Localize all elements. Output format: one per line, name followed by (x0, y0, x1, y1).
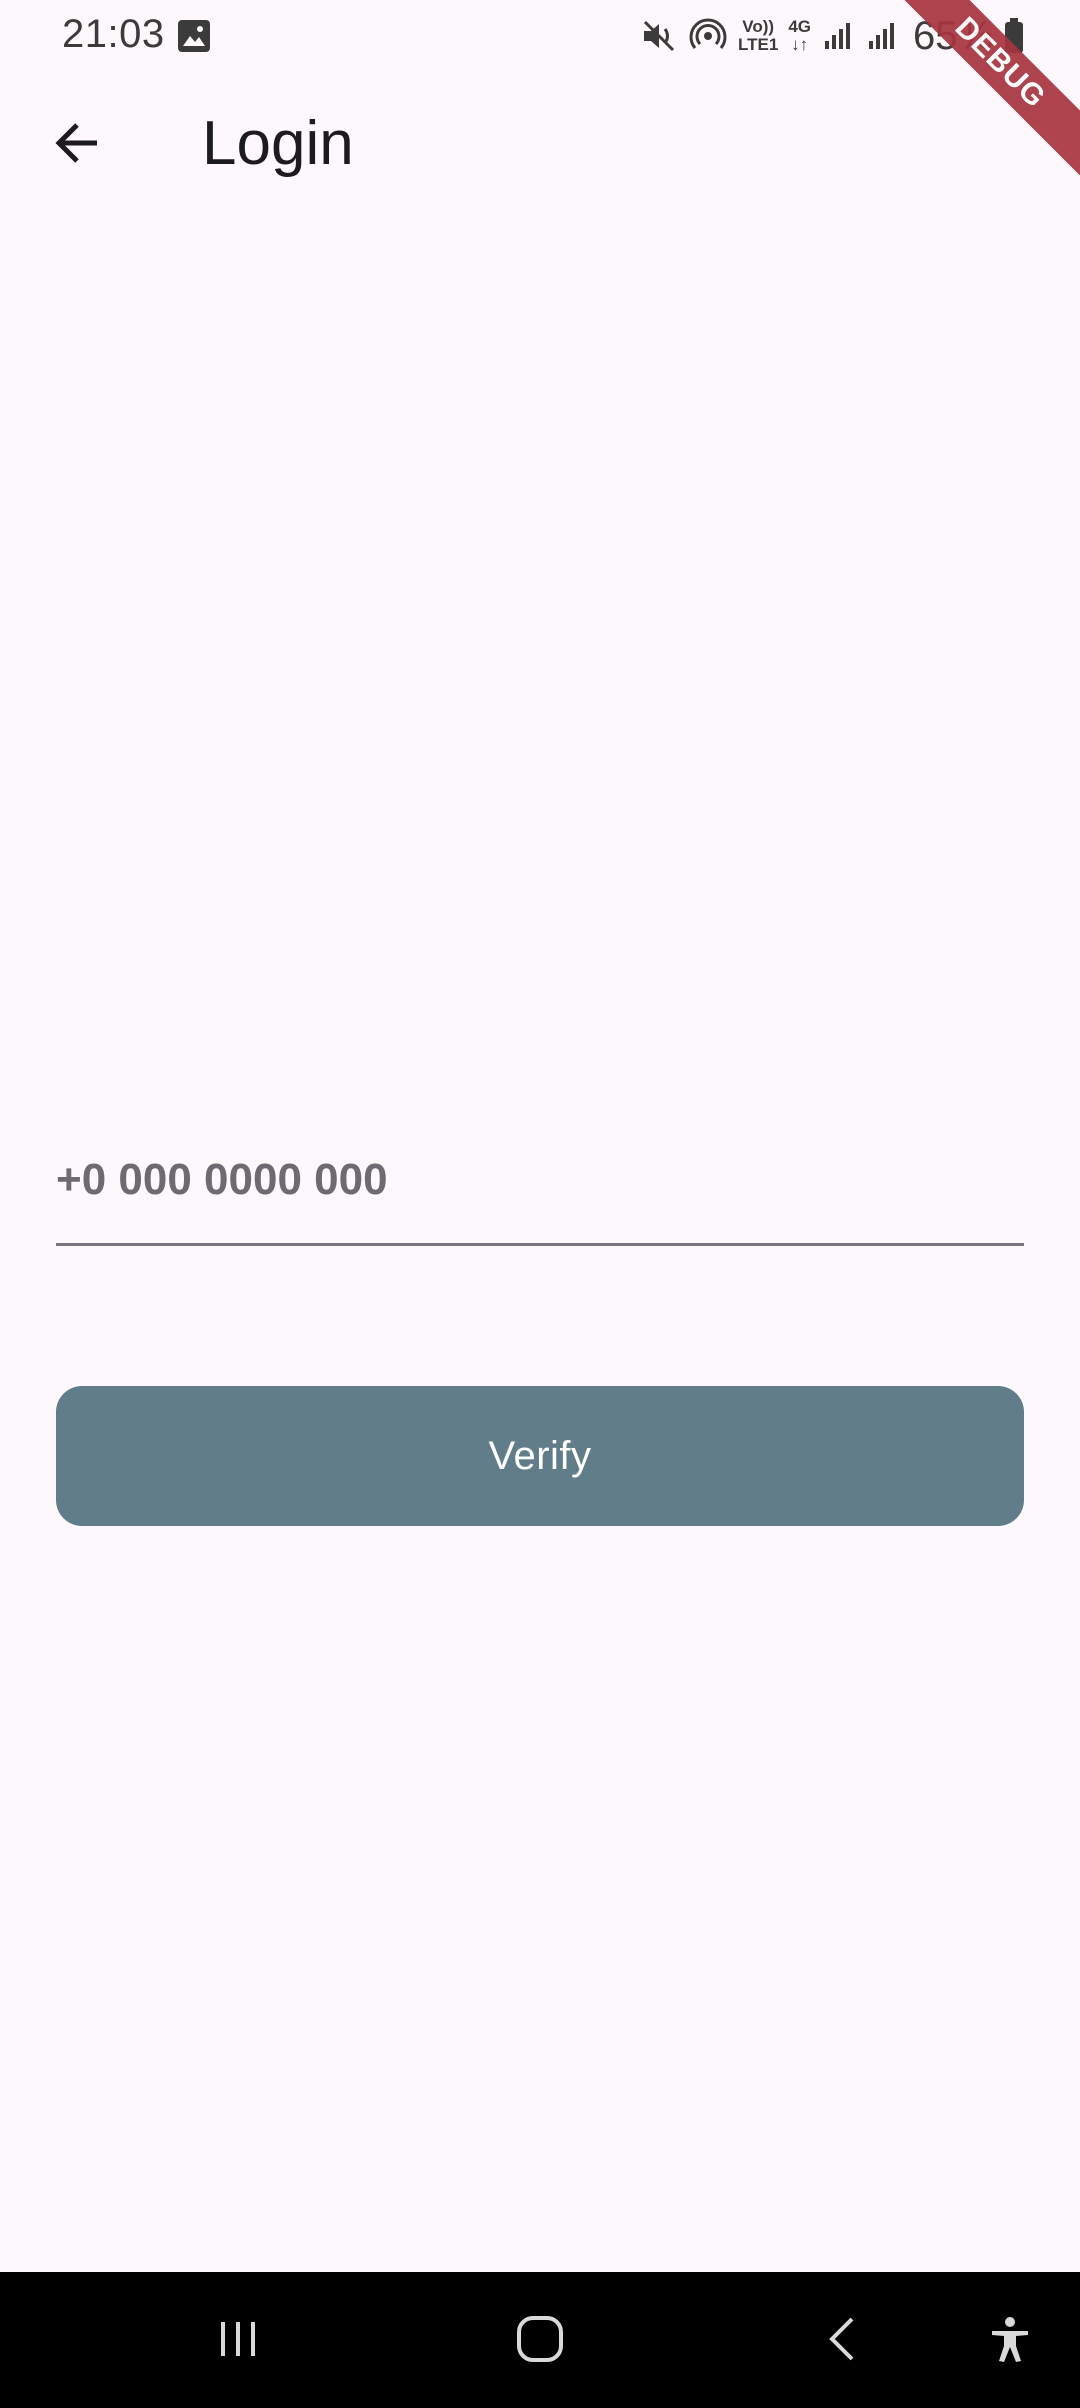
home-button[interactable] (505, 2306, 575, 2376)
hotspot-icon (688, 16, 728, 56)
verify-button[interactable]: Verify (56, 1386, 1024, 1526)
app-bar: Login (0, 88, 1080, 200)
accessibility-button[interactable] (975, 2306, 1045, 2376)
phone-number-input[interactable] (56, 1140, 1024, 1220)
arrow-back-icon (51, 117, 103, 174)
back-icon (818, 2314, 868, 2369)
volte-label-top: Vo)) (742, 17, 775, 36)
recents-button[interactable] (203, 2306, 273, 2376)
system-nav-bar (0, 2272, 1080, 2408)
signal-icon (865, 19, 899, 53)
signal-icon (821, 19, 855, 53)
network-label: 4G (788, 17, 811, 36)
login-screen: 21:03 Vo)) LTE1 4G ↓↑ DEBUG Login +0 000… (0, 0, 1080, 2408)
recents-icon (213, 2314, 263, 2369)
4g-data-icon: 4G ↓↑ (788, 18, 811, 54)
mute-icon (640, 17, 678, 55)
status-time: 21:03 (62, 12, 165, 56)
accessibility-icon (985, 2314, 1035, 2369)
data-arrows-icon: ↓↑ (791, 35, 809, 54)
gallery-icon (176, 18, 212, 54)
phone-number-field (56, 1140, 1024, 1246)
page-title: Login (202, 109, 354, 178)
back-button[interactable] (42, 110, 112, 180)
volte-label-bottom: LTE1 (738, 35, 779, 54)
volte-icon: Vo)) LTE1 (738, 18, 778, 54)
home-icon (514, 2313, 566, 2370)
nav-back-button[interactable] (808, 2306, 878, 2376)
